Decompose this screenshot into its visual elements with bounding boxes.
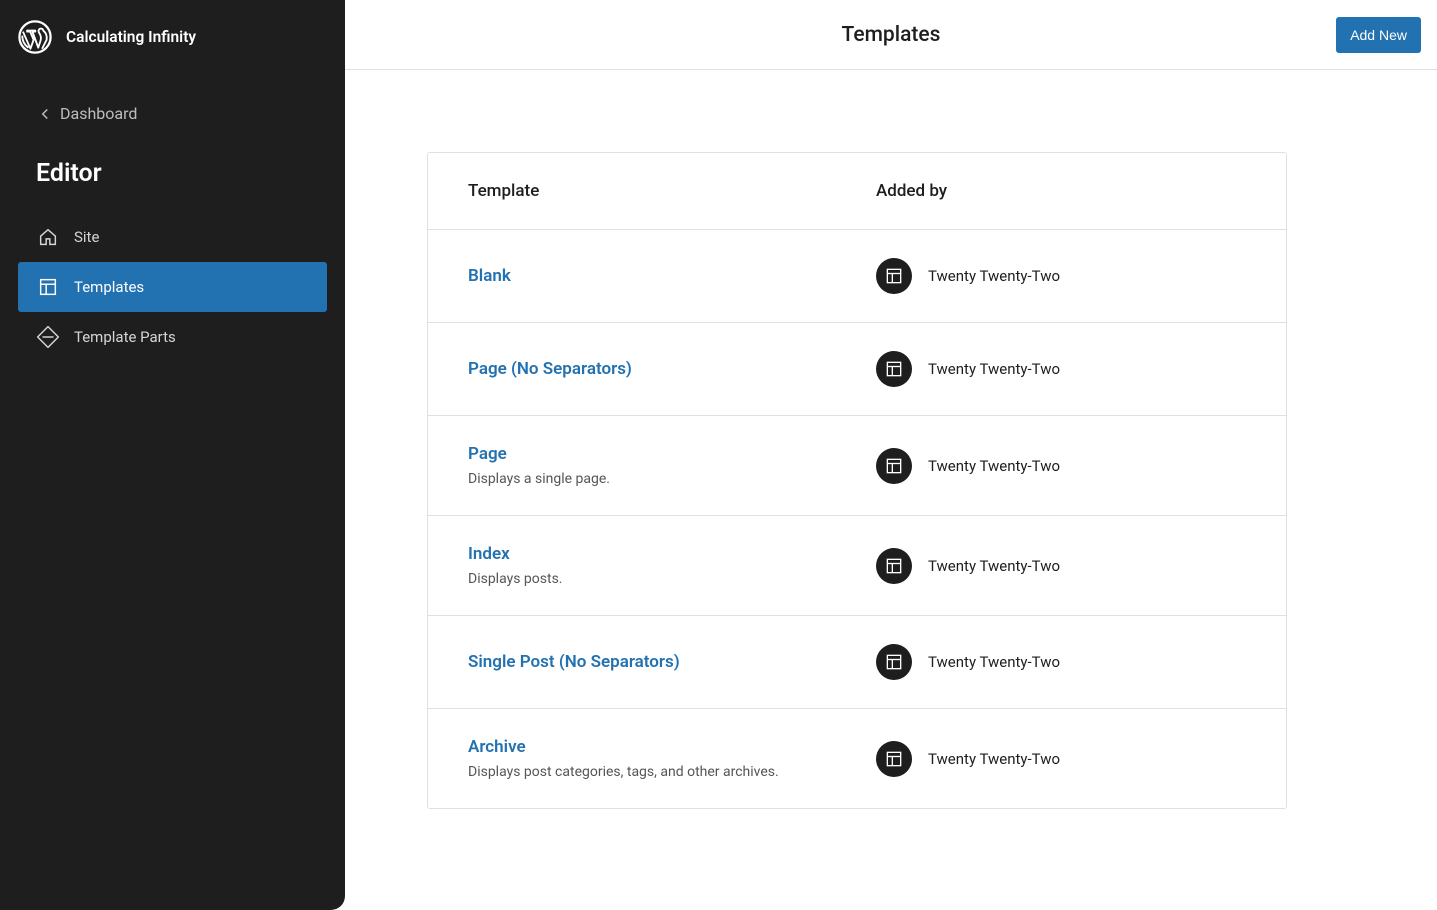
back-to-dashboard-link[interactable]: Dashboard	[0, 74, 345, 135]
sidebar-item-label: Site	[74, 228, 99, 246]
column-header-template: Template	[468, 181, 876, 201]
template-name-link[interactable]: Page (No Separators)	[468, 359, 632, 379]
column-header-added-by: Added by	[876, 181, 1246, 201]
sidebar-nav: Site Templates Template Parts	[0, 212, 345, 362]
template-name-link[interactable]: Blank	[468, 266, 511, 286]
wordpress-logo-icon[interactable]	[18, 20, 52, 54]
templates-table: Template Added by Blank Twenty Twenty-Two…	[427, 152, 1287, 809]
page-title: Templates	[842, 23, 941, 47]
template-cell: Page (No Separators)	[468, 359, 876, 379]
table-row: Archive Displays post categories, tags, a…	[428, 709, 1286, 808]
sidebar-item-template-parts[interactable]: Template Parts	[18, 312, 327, 362]
added-by-cell: Twenty Twenty-Two	[876, 741, 1246, 777]
sidebar: Calculating Infinity Dashboard Editor Si…	[0, 0, 345, 910]
theme-layout-icon	[876, 741, 912, 777]
added-by-theme-name: Twenty Twenty-Two	[928, 653, 1060, 671]
template-cell: Blank	[468, 266, 876, 286]
template-description: Displays post categories, tags, and othe…	[468, 764, 876, 780]
added-by-cell: Twenty Twenty-Two	[876, 644, 1246, 680]
template-parts-icon	[36, 325, 60, 349]
template-cell: Archive Displays post categories, tags, a…	[468, 737, 876, 780]
table-body: BlankTwenty Twenty-TwoPage (No Separator…	[428, 230, 1286, 808]
sidebar-header: Calculating Infinity	[0, 0, 345, 74]
theme-layout-icon	[876, 448, 912, 484]
theme-layout-icon	[876, 548, 912, 584]
added-by-cell: Twenty Twenty-Two	[876, 351, 1246, 387]
template-name-link[interactable]: Index	[468, 544, 510, 564]
site-title: Calculating Infinity	[66, 28, 196, 46]
home-icon	[36, 225, 60, 249]
template-cell: Page Displays a single page.	[468, 444, 876, 487]
back-label: Dashboard	[60, 104, 137, 123]
layout-icon	[36, 275, 60, 299]
theme-layout-icon	[876, 644, 912, 680]
sidebar-item-templates[interactable]: Templates	[18, 262, 327, 312]
added-by-cell: Twenty Twenty-Two	[876, 448, 1246, 484]
sidebar-item-label: Template Parts	[74, 328, 176, 346]
template-description: Displays posts.	[468, 571, 876, 587]
chevron-left-icon	[36, 105, 54, 123]
theme-layout-icon	[876, 351, 912, 387]
editor-heading: Editor	[0, 135, 345, 212]
sidebar-item-site[interactable]: Site	[18, 212, 327, 262]
table-row: Index Displays posts. Twenty Twenty-Two	[428, 516, 1286, 616]
template-name-link[interactable]: Archive	[468, 737, 526, 757]
added-by-theme-name: Twenty Twenty-Two	[928, 557, 1060, 575]
sidebar-item-label: Templates	[74, 278, 144, 296]
table-row: Single Post (No Separators) Twenty Twenty…	[428, 616, 1286, 709]
theme-layout-icon	[876, 258, 912, 294]
main-content: Templates Add New Template Added by Blan…	[345, 0, 1437, 910]
table-row: Page (No Separators) Twenty Twenty-Two	[428, 323, 1286, 416]
table-header: Template Added by	[428, 153, 1286, 230]
added-by-theme-name: Twenty Twenty-Two	[928, 457, 1060, 475]
main-header: Templates Add New	[345, 0, 1437, 70]
template-name-link[interactable]: Page	[468, 444, 507, 464]
table-row: Blank Twenty Twenty-Two	[428, 230, 1286, 323]
content-scroll-area[interactable]: Template Added by Blank Twenty Twenty-Two…	[345, 70, 1437, 910]
table-row: Page Displays a single page. Twenty Twenty…	[428, 416, 1286, 516]
added-by-theme-name: Twenty Twenty-Two	[928, 267, 1060, 285]
template-cell: Index Displays posts.	[468, 544, 876, 587]
add-new-button[interactable]: Add New	[1336, 17, 1421, 53]
template-cell: Single Post (No Separators)	[468, 652, 876, 672]
added-by-cell: Twenty Twenty-Two	[876, 258, 1246, 294]
template-name-link[interactable]: Single Post (No Separators)	[468, 652, 680, 672]
added-by-cell: Twenty Twenty-Two	[876, 548, 1246, 584]
template-description: Displays a single page.	[468, 471, 876, 487]
added-by-theme-name: Twenty Twenty-Two	[928, 360, 1060, 378]
added-by-theme-name: Twenty Twenty-Two	[928, 750, 1060, 768]
